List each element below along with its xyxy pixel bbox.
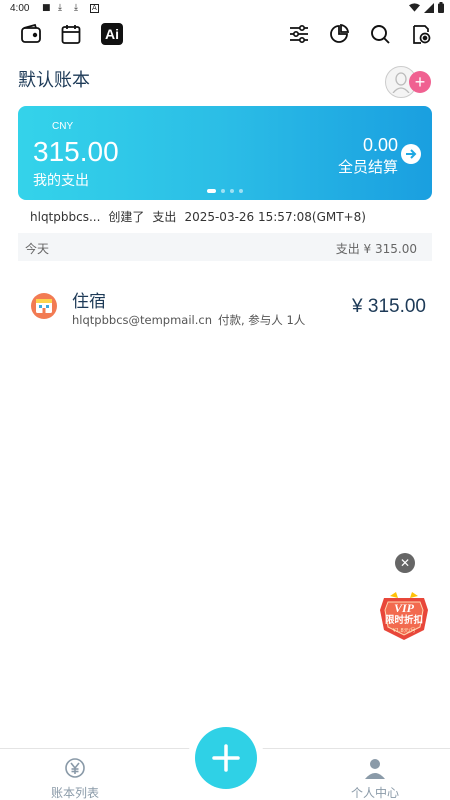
my-expense-label: 我的支出 — [33, 173, 89, 189]
record-payer-email: hlqtpbbcs@tempmail.cn — [72, 313, 212, 327]
activity-action: 创建了 — [108, 210, 145, 224]
nav-ledger-list-label: 账本列表 — [50, 786, 99, 800]
square-icon: ■ — [42, 3, 51, 13]
app-screen: 4:00 ■ ⤓ ⤓ A Ai 默认账本 + CNY 315.00 我的支出 0… — [0, 0, 450, 800]
plus-icon — [212, 744, 240, 772]
search-icon[interactable] — [368, 22, 392, 46]
record-amount: ¥ 315.00 — [352, 296, 426, 317]
status-time: 4:00 — [10, 3, 30, 14]
add-record-button[interactable] — [195, 727, 257, 789]
nav-ledger-list[interactable]: 账本列表 — [35, 757, 115, 800]
status-bar: 4:00 ■ ⤓ ⤓ A — [0, 0, 450, 18]
download-icon: ⤓ — [74, 3, 78, 13]
nav-profile-label: 个人中心 — [350, 786, 399, 800]
system-icons — [409, 2, 444, 13]
activity-user: hlqtpbbcs... — [30, 210, 101, 224]
expense-summary-card[interactable]: CNY 315.00 我的支出 0.00 全员结算 — [18, 106, 432, 200]
calendar-icon[interactable] — [59, 22, 83, 46]
download-icon: ⤓ — [58, 3, 62, 13]
vip-promo-badge[interactable]: VIP 限时折扣 ¥1.8元/月 — [376, 592, 432, 644]
top-toolbar: Ai — [0, 22, 450, 50]
user-icon — [392, 72, 410, 93]
close-icon[interactable]: ✕ — [395, 553, 415, 573]
currency-code: CNY — [52, 121, 74, 132]
activity-log: hlqtpbbcs... 创建了 支出 2025-03-26 15:57:08(GMT… — [30, 208, 374, 225]
person-icon — [365, 759, 385, 779]
filter-sliders-icon[interactable] — [287, 22, 311, 46]
pie-chart-icon[interactable] — [327, 22, 351, 46]
day-total: 支出 ¥ 315.00 — [335, 242, 417, 256]
a-icon: A — [90, 4, 99, 13]
pager-dot[interactable] — [230, 189, 234, 193]
wifi-icon — [409, 2, 420, 12]
battery-icon — [438, 2, 444, 13]
pager-dot[interactable] — [207, 189, 216, 193]
signal-icon — [424, 2, 434, 13]
nav-profile[interactable]: 个人中心 — [335, 757, 415, 800]
pager-dot[interactable] — [221, 189, 225, 193]
add-member-button[interactable]: + — [409, 71, 431, 93]
activity-datetime: 2025-03-26 15:57:08(GMT+8) — [184, 210, 366, 224]
card-pager — [207, 189, 243, 193]
wallet-icon[interactable] — [19, 22, 43, 46]
yen-coin-icon — [65, 758, 85, 778]
record-category: 住宿 — [72, 292, 106, 312]
day-label: 今天 — [25, 242, 50, 256]
arrow-right-icon[interactable] — [401, 144, 421, 164]
list-item[interactable]: 住宿 hlqtpbbcs@tempmail.cn 付款, 参与人 1人 ¥ 315… — [18, 282, 432, 332]
record-subtitle: hlqtpbbcs@tempmail.cn 付款, 参与人 1人 — [72, 312, 305, 328]
settlement-amount: 0.00 — [362, 135, 398, 155]
promo-tag: ¥1.8元/月 — [393, 628, 416, 634]
ai-icon[interactable]: Ai — [100, 22, 124, 46]
hotel-icon — [31, 293, 57, 319]
activity-type: 支出 — [152, 210, 177, 224]
promo-subtitle: 限时折扣 — [385, 614, 423, 626]
promo-title: VIP — [394, 601, 415, 615]
ledger-settings-icon[interactable] — [409, 22, 433, 46]
settlement-label[interactable]: 全员结算 — [338, 156, 398, 177]
ai-badge-label: Ai — [101, 23, 123, 45]
record-detail: 付款, 参与人 1人 — [218, 313, 306, 327]
pager-dot[interactable] — [239, 189, 243, 193]
book-title[interactable]: 默认账本 — [18, 66, 90, 92]
my-expense-amount: 315.00 — [33, 136, 119, 167]
day-header: 今天 支出 ¥ 315.00 — [18, 233, 432, 261]
